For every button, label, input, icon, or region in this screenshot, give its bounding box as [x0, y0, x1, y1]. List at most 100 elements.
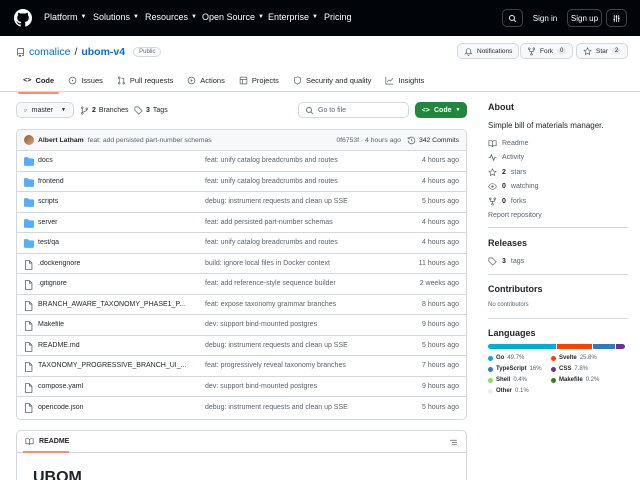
github-logo-icon[interactable] [14, 9, 32, 27]
file-commit-message[interactable]: dev: support bind-mounted postgres [205, 383, 317, 390]
nav-solutions[interactable]: Solutions ▼ [93, 12, 139, 22]
file-commit-message[interactable]: debug: instrument requests and clean up … [205, 342, 348, 349]
notifications-button[interactable]: Notifications [457, 43, 520, 59]
readme-tab[interactable]: README [39, 438, 69, 445]
file-commit-message[interactable]: feat: add reference-style sequence build… [205, 280, 336, 287]
branches-count: 2 [92, 107, 96, 114]
star-button[interactable]: Star 2 [576, 43, 629, 59]
file-name-link[interactable]: TAXONOMY_PROGRESSIVE_BRANCH_UI_... [38, 362, 186, 369]
language-item[interactable]: Svelte 25.8% [551, 355, 597, 361]
star-icon [488, 168, 497, 177]
repo-name-link[interactable]: ubom-v4 [81, 46, 125, 58]
language-item[interactable]: Other 0.1% [488, 388, 529, 394]
tab-actions[interactable]: Actions [180, 72, 232, 88]
file-name-link[interactable]: frontend [38, 178, 64, 185]
watching-link[interactable]: 0 watching [488, 182, 539, 191]
file-commit-message[interactable]: feat: expose taxonomy grammar branches [205, 301, 336, 308]
readme-heading: UBOM [33, 469, 82, 480]
branches-link[interactable]: 2 Branches [80, 106, 128, 115]
nav-enterprise[interactable]: Enterprise ▼ [268, 12, 318, 22]
nav-resources[interactable]: Resources ▼ [145, 12, 197, 22]
file-name-link[interactable]: README.md [38, 342, 80, 349]
no-contributors-text: No contributors [488, 302, 529, 308]
latest-commit-row: Albert Latham feat: add persisted part-n… [17, 130, 466, 151]
releases-heading[interactable]: Releases [488, 238, 527, 248]
file-commit-message[interactable]: feat: unify catalog breadcrumbs and rout… [205, 178, 338, 185]
folder-icon [24, 157, 34, 168]
file-commit-message[interactable]: feat: unify catalog breadcrumbs and rout… [205, 239, 338, 246]
file-commit-message[interactable]: build: ignore local files in Docker cont… [205, 260, 330, 267]
file-commit-date: 5 hours ago [422, 403, 459, 411]
tab-security[interactable]: Security and quality [286, 72, 378, 88]
language-item[interactable]: CSS 7.8% [551, 366, 588, 372]
commits-link[interactable]: 342 Commits [407, 136, 459, 145]
contributors-heading[interactable]: Contributors [488, 284, 543, 294]
tab-projects[interactable]: Projects [232, 72, 286, 88]
activity-link[interactable]: Activity [488, 153, 524, 162]
sidebar-divider [488, 274, 628, 275]
file-name-link[interactable]: test/qa [38, 239, 59, 246]
file-name-link[interactable]: .dockerignore [38, 260, 80, 267]
forks-link[interactable]: 0 forks [488, 197, 526, 206]
language-bar-segment [593, 344, 616, 349]
tags-link[interactable]: 3 Tags [134, 106, 168, 115]
stars-link[interactable]: 2 stars [488, 168, 526, 177]
forks-count: 0 [502, 198, 506, 205]
settings-button[interactable] [606, 9, 627, 27]
file-name-link[interactable]: docs [38, 157, 53, 164]
file-commit-message[interactable]: feat: add persisted part-number schemas [205, 219, 333, 226]
tab-code[interactable]: <> Code [16, 72, 61, 94]
file-commit-message[interactable]: feat: progressively reveal taxonomy bran… [205, 362, 346, 369]
fork-icon [528, 46, 535, 56]
language-item[interactable]: TypeScript 16% [488, 366, 542, 372]
fork-button[interactable]: Fork 0 [520, 43, 574, 59]
go-to-file-input[interactable]: Go to file [298, 102, 409, 118]
language-percent: 16% [529, 366, 542, 372]
chevron-down-icon: ▼ [191, 14, 197, 20]
avatar[interactable] [24, 135, 34, 145]
tab-issues[interactable]: Issues [61, 72, 110, 88]
file-name-link[interactable]: compose.yaml [38, 383, 83, 390]
commit-hash[interactable]: 0f6753f [336, 137, 359, 144]
table-row: compose.yaml dev: support bind-mounted po… [17, 377, 466, 397]
file-commit-message[interactable]: debug: instrument requests and clean up … [205, 404, 348, 411]
file-name-link[interactable]: Makefile [38, 321, 64, 328]
file-commit-date: 8 hours ago [422, 300, 459, 308]
nav-platform[interactable]: Platform ▼ [44, 12, 86, 22]
file-name-link[interactable]: scripts [38, 198, 58, 205]
release-tags-link[interactable]: 3 tags [488, 257, 524, 266]
chevron-down-icon: ▼ [455, 107, 461, 113]
file-name-link[interactable]: BRANCH_AWARE_TAXONOMY_PHASE1_P... [38, 301, 185, 308]
file-commit-message[interactable]: feat: unify catalog breadcrumbs and rout… [205, 157, 338, 164]
file-commit-message[interactable]: debug: instrument requests and clean up … [205, 198, 348, 205]
nav-pricing[interactable]: Pricing [324, 12, 352, 22]
branch-selector[interactable]: master ▼ [16, 102, 74, 118]
search-button[interactable] [502, 9, 523, 27]
sign-up-button[interactable]: Sign up [567, 9, 602, 27]
notifications-label: Notifications [477, 47, 513, 55]
language-item[interactable]: Makefile 0.2% [551, 377, 599, 383]
nav-open-source[interactable]: Open Source ▼ [202, 12, 264, 22]
language-item[interactable]: Go 49.7% [488, 355, 524, 361]
list-icon[interactable] [449, 438, 458, 447]
commit-author[interactable]: Albert Latham [38, 137, 84, 144]
file-commit-message[interactable]: dev: support bind-mounted postgres [205, 321, 317, 328]
file-name-link[interactable]: .gitignore [38, 280, 67, 287]
language-item[interactable]: Shell 0.4% [488, 377, 527, 383]
file-commit-date: 4 hours ago [422, 239, 459, 247]
report-repository-label: Report repository [488, 212, 542, 219]
report-repository-link[interactable]: Report repository [488, 212, 542, 219]
readme-link[interactable]: Readme [488, 139, 528, 148]
sign-in-link[interactable]: Sign in [527, 9, 563, 27]
tab-insights-label: Insights [398, 75, 425, 85]
language-color-dot [488, 388, 493, 394]
tab-pull-requests[interactable]: Pull requests [110, 72, 180, 88]
code-button[interactable]: <> Code ▼ [415, 102, 467, 118]
commit-message[interactable]: feat: add persisted part-number schemas [88, 137, 212, 144]
tab-insights[interactable]: Insights [378, 72, 431, 88]
file-name-link[interactable]: server [38, 219, 57, 226]
language-name: Go [496, 355, 505, 361]
repo-owner-link[interactable]: comalice [29, 46, 70, 58]
file-name-link[interactable]: opencode.json [38, 404, 84, 411]
language-percent: 0.1% [515, 388, 529, 394]
